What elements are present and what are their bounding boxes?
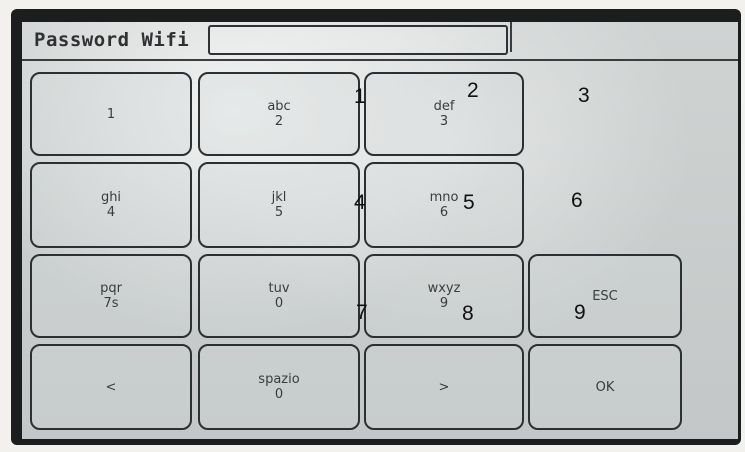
key-3[interactable]: def 3 <box>364 72 524 156</box>
key-6[interactable]: mno 6 <box>364 162 524 248</box>
header-bar: Password Wifi <box>22 22 738 61</box>
key-5[interactable]: jkl 5 <box>198 162 360 248</box>
overlay-number: 3 <box>578 84 590 107</box>
overlay-number: 8 <box>462 302 474 325</box>
cursor-right-button[interactable]: > <box>364 344 524 430</box>
space-button[interactable]: spazio 0 <box>198 344 360 430</box>
cursor-left-button[interactable]: < <box>30 344 192 430</box>
key-8[interactable]: tuv 0 <box>198 254 360 338</box>
header-divider <box>510 22 512 52</box>
key-1[interactable]: 1 <box>30 72 192 156</box>
touch-screen: Password Wifi 1 abc 2 def 3 ghi 4 jkl 5 … <box>22 22 738 439</box>
password-input[interactable] <box>208 25 508 55</box>
overlay-number: 5 <box>463 191 475 214</box>
overlay-number: 2 <box>467 79 479 102</box>
overlay-number: 1 <box>354 85 366 108</box>
key-7[interactable]: pqr 7s <box>30 254 192 338</box>
key-2[interactable]: abc 2 <box>198 72 360 156</box>
overlay-number: 9 <box>574 301 586 324</box>
key-4[interactable]: ghi 4 <box>30 162 192 248</box>
overlay-number: 6 <box>571 189 583 212</box>
key-9[interactable]: wxyz 9 <box>364 254 524 338</box>
overlay-number: 7 <box>356 301 368 324</box>
page-title: Password Wifi <box>34 29 190 51</box>
ok-button[interactable]: OK <box>528 344 682 430</box>
esc-button[interactable]: ESC <box>528 254 682 338</box>
overlay-number: 4 <box>354 191 366 214</box>
